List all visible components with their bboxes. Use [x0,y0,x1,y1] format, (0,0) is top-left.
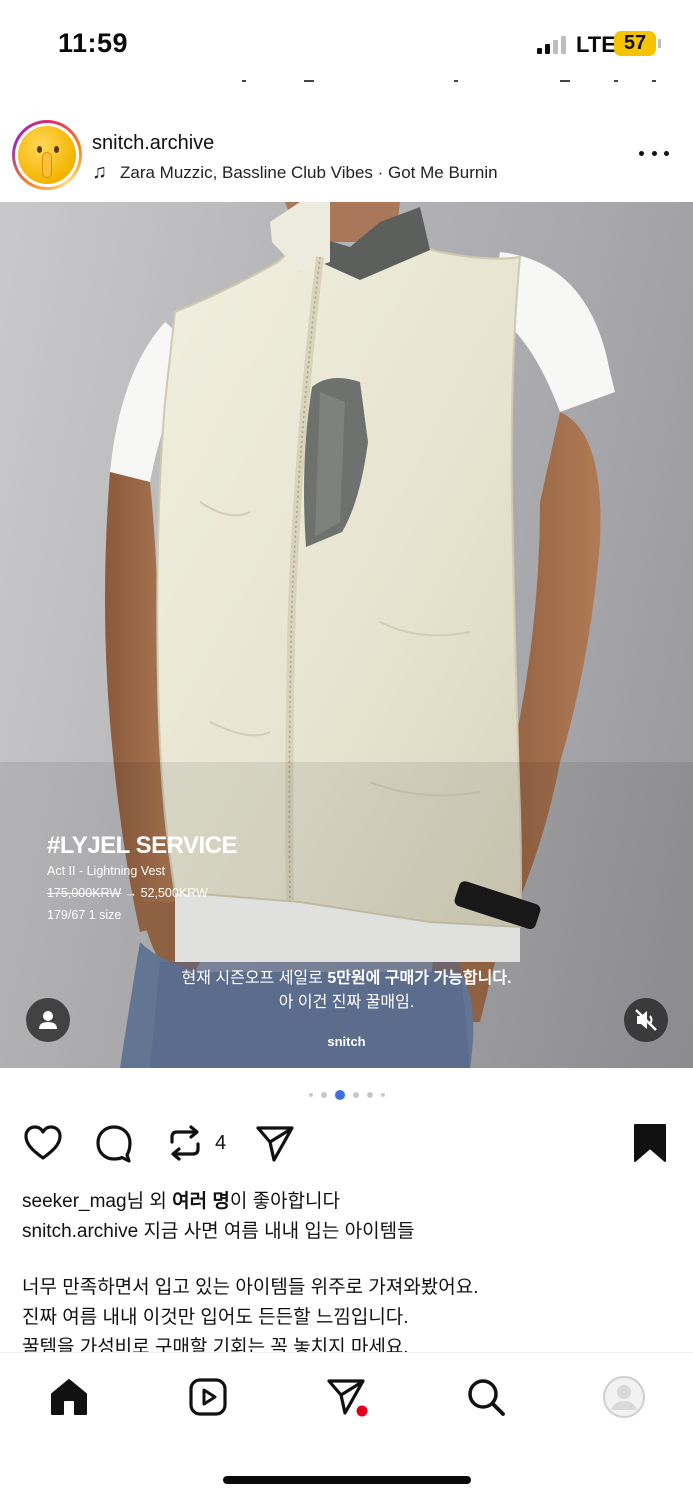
repost-count: 4 [215,1132,227,1154]
liker-username[interactable]: seeker_mag [22,1191,127,1212]
notification-dot [356,1405,368,1417]
post-username[interactable]: snitch.archive [92,132,214,155]
search-icon [468,1379,505,1416]
overlay-price: 175,000KRW → 52,500KRW [47,886,208,900]
comment-icon[interactable] [93,1122,135,1164]
nav-search[interactable] [462,1373,510,1421]
caption-header: snitch.archive 지금 사면 여름 내내 입는 아이템들 [22,1216,415,1243]
tagged-people-button[interactable] [26,998,70,1042]
carousel-dot [366,1092,373,1098]
overlay-product-name: Act II - Lightning Vest [47,864,166,878]
carousel-dot [320,1092,327,1098]
repost-icon[interactable] [164,1122,206,1164]
nav-reels[interactable] [184,1373,232,1421]
home-indicator[interactable] [223,1476,471,1484]
post-media[interactable]: #LYJEL SERVICE Act II - Lightning Vest 1… [0,202,693,1068]
carousel-dot [308,1093,313,1097]
post-actions: 4 [0,1122,693,1166]
caption-body-line: 진짜 여름 내내 이것만 입어도 든든할 느낌입니다. [22,1307,409,1328]
shushing-face-emoji [18,126,76,184]
likes-summary[interactable]: seeker_mag님 외 여러 명이 좋아합니다 [22,1186,340,1213]
likes-others[interactable]: 여러 명 [172,1191,230,1212]
music-note-icon: ♫ [92,161,107,183]
nav-profile[interactable] [600,1373,648,1421]
direct-icon [327,1379,368,1417]
speaker-muted-icon [635,1009,657,1031]
music-title: Zara Muzzic, Bassline Club Vibes · Got M… [120,163,498,182]
overlay-title: #LYJEL SERVICE [47,832,238,859]
post-header: snitch.archive ♫ Zara Muzzic, Bassline Cl… [0,116,693,196]
home-icon [51,1379,87,1415]
network-type: LTE [576,32,616,57]
bookmark-icon[interactable] [632,1122,668,1164]
send-icon[interactable] [254,1122,296,1164]
product-photo [0,202,693,1068]
previous-post-remnant [0,76,693,90]
reels-icon [189,1378,227,1416]
battery-icon: 57 [614,31,656,56]
price-arrow: → [124,886,138,900]
carousel-indicator [0,1090,693,1100]
overlay-size: 179/67 1 size [47,908,122,922]
cellular-signal-icon [537,36,567,54]
status-time: 11:59 [58,28,129,58]
carousel-dot [380,1093,385,1097]
status-bar: 11:59 LTE 57 [0,0,693,80]
bottom-navigation [0,1352,693,1442]
avatar[interactable] [12,120,82,190]
music-info[interactable]: ♫ Zara Muzzic, Bassline Club Vibes · Got … [92,161,498,184]
overlay-caption-line1: 현재 시즌오프 세일로 5만원에 구매가 가능합니다. [181,970,512,987]
battery-tip [658,39,661,48]
person-icon [39,1011,57,1029]
price-old: 175,000KRW [47,886,122,900]
carousel-dot [334,1090,345,1100]
caption-username[interactable]: snitch.archive [22,1221,138,1242]
caption-body-line: 너무 만족하면서 입고 있는 아이템들 위주로 가져와봤어요. [22,1277,479,1298]
caption-title: 지금 사면 여름 내내 입는 아이템들 [138,1221,415,1242]
overlay-caption-line2: 아 이건 진짜 꿀매임. [278,994,415,1011]
price-new: 52,500KRW [140,886,208,900]
nav-direct[interactable] [323,1373,371,1421]
nav-home[interactable] [45,1373,93,1421]
mute-button[interactable] [624,998,668,1042]
brand-watermark: snitch [327,1034,366,1049]
carousel-dot [352,1092,359,1098]
heart-icon[interactable] [22,1122,64,1164]
profile-icon [603,1376,645,1418]
more-options-icon[interactable] [639,146,669,160]
